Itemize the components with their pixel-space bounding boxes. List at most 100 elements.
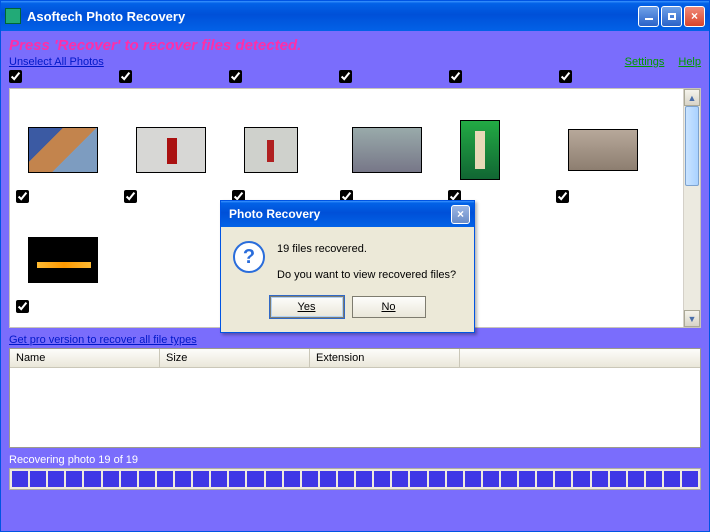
progress-segment	[338, 471, 354, 487]
link-row: Unselect All Photos Settings Help	[9, 56, 701, 70]
help-link[interactable]: Help	[678, 56, 701, 68]
top-checkbox-row	[9, 70, 701, 88]
progress-segment	[573, 471, 589, 487]
progress-segment	[30, 471, 46, 487]
progress-segment	[410, 471, 426, 487]
column-header-name[interactable]: Name	[10, 349, 160, 367]
thumbnail-checkbox[interactable]	[556, 190, 569, 203]
progress-segment	[664, 471, 680, 487]
pro-version-link[interactable]: Get pro version to recover all file type…	[9, 334, 197, 346]
progress-segment	[48, 471, 64, 487]
dialog-body: ? 19 files recovered. Do you want to vie…	[221, 227, 474, 296]
settings-link[interactable]: Settings	[625, 56, 665, 68]
progress-segment	[121, 471, 137, 487]
progress-segment	[229, 471, 245, 487]
progress-segment	[374, 471, 390, 487]
dialog-line2: Do you want to view recovered files?	[277, 267, 456, 285]
progress-segment	[682, 471, 698, 487]
file-table: Name Size Extension	[9, 348, 701, 448]
progress-segment	[302, 471, 318, 487]
thumbnail-checkbox[interactable]	[16, 190, 29, 203]
scroll-down-button[interactable]: ▼	[684, 310, 700, 327]
instruction-text: Press 'Recover' to recover files detecte…	[9, 35, 701, 56]
scroll-thumb[interactable]	[685, 106, 699, 186]
thumbnail-item[interactable]	[124, 95, 232, 205]
progress-segment	[139, 471, 155, 487]
photo-thumbnail	[28, 127, 98, 173]
progress-segment	[247, 471, 263, 487]
photo-thumbnail	[352, 127, 422, 173]
scroll-track[interactable]	[684, 106, 700, 310]
recovery-dialog: Photo Recovery × ? 19 files recovered. D…	[220, 200, 475, 333]
progress-segment	[646, 471, 662, 487]
column-checkbox[interactable]	[9, 70, 22, 83]
no-button[interactable]: No	[352, 296, 426, 318]
progress-segment	[537, 471, 553, 487]
progress-segment	[12, 471, 28, 487]
column-header-blank	[460, 349, 700, 367]
progress-segment	[211, 471, 227, 487]
progress-segment	[103, 471, 119, 487]
dialog-buttons: Yes No	[221, 296, 474, 332]
dialog-text: 19 files recovered. Do you want to view …	[277, 241, 456, 284]
titlebar[interactable]: Asoftech Photo Recovery ×	[1, 1, 709, 31]
column-header-extension[interactable]: Extension	[310, 349, 460, 367]
thumbnail-item[interactable]	[16, 205, 124, 315]
status-text: Recovering photo 19 of 19	[9, 448, 701, 468]
progress-segment	[501, 471, 517, 487]
unselect-all-link[interactable]: Unselect All Photos	[9, 56, 104, 68]
progress-segment	[320, 471, 336, 487]
photo-thumbnail	[244, 127, 298, 173]
thumbnail-item[interactable]	[448, 95, 556, 205]
dialog-titlebar[interactable]: Photo Recovery ×	[221, 201, 474, 227]
window-title: Asoftech Photo Recovery	[27, 9, 638, 24]
progress-segment	[193, 471, 209, 487]
progress-segment	[483, 471, 499, 487]
minimize-button[interactable]	[638, 6, 659, 27]
thumbnail-checkbox[interactable]	[124, 190, 137, 203]
app-icon	[5, 8, 21, 24]
table-header: Name Size Extension	[10, 349, 700, 368]
progress-bar	[9, 468, 701, 490]
progress-segment	[465, 471, 481, 487]
progress-segment	[175, 471, 191, 487]
column-checkbox[interactable]	[229, 70, 242, 83]
progress-segment	[66, 471, 82, 487]
column-header-size[interactable]: Size	[160, 349, 310, 367]
progress-segment	[555, 471, 571, 487]
scroll-up-button[interactable]: ▲	[684, 89, 700, 106]
progress-segment	[592, 471, 608, 487]
progress-segment	[519, 471, 535, 487]
photo-thumbnail	[460, 120, 500, 180]
photo-thumbnail	[568, 129, 638, 171]
thumbnail-item[interactable]	[232, 95, 340, 205]
thumbnail-item[interactable]	[556, 95, 664, 205]
window-buttons: ×	[638, 6, 705, 27]
dialog-line1: 19 files recovered.	[277, 241, 456, 259]
progress-segment	[447, 471, 463, 487]
progress-segment	[392, 471, 408, 487]
maximize-button[interactable]	[661, 6, 682, 27]
thumbnail-item[interactable]	[340, 95, 448, 205]
close-button[interactable]: ×	[684, 6, 705, 27]
vertical-scrollbar[interactable]: ▲ ▼	[683, 89, 700, 327]
progress-segment	[84, 471, 100, 487]
thumbnail-checkbox[interactable]	[16, 300, 29, 313]
column-checkbox[interactable]	[339, 70, 352, 83]
yes-button[interactable]: Yes	[270, 296, 344, 318]
progress-segment	[266, 471, 282, 487]
question-icon: ?	[233, 241, 265, 273]
progress-segment	[284, 471, 300, 487]
progress-segment	[157, 471, 173, 487]
column-checkbox[interactable]	[449, 70, 462, 83]
dialog-close-button[interactable]: ×	[451, 205, 470, 224]
progress-segment	[356, 471, 372, 487]
column-checkbox[interactable]	[119, 70, 132, 83]
photo-thumbnail	[136, 127, 206, 173]
column-checkbox[interactable]	[559, 70, 572, 83]
photo-thumbnail	[28, 237, 98, 283]
progress-segment	[610, 471, 626, 487]
thumbnail-item[interactable]	[16, 95, 124, 205]
dialog-title: Photo Recovery	[225, 207, 451, 221]
progress-segment	[429, 471, 445, 487]
